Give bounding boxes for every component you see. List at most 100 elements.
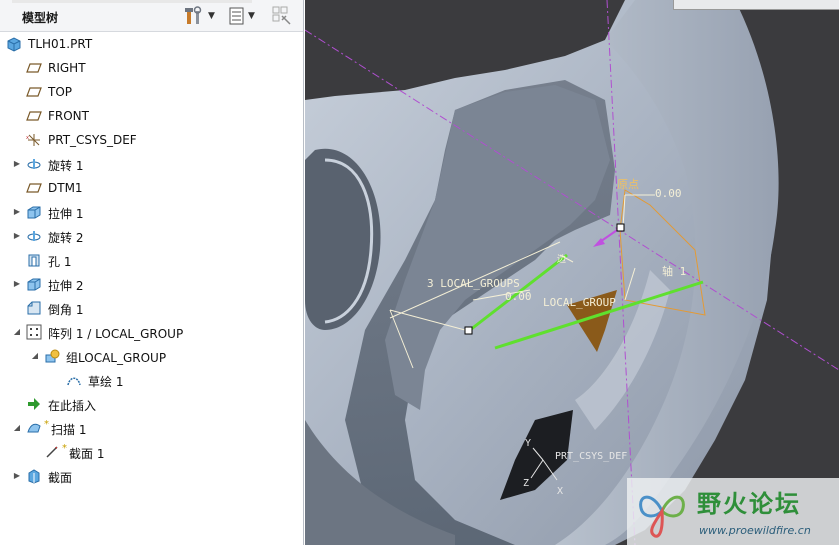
- filter-button[interactable]: [272, 6, 292, 26]
- vertex-marker-left: [464, 326, 473, 335]
- tree-item-label: TOP: [48, 85, 73, 99]
- sketch-icon: [66, 372, 82, 388]
- sweep-icon: [26, 420, 42, 436]
- coordinate-system-icon: x: [26, 132, 42, 148]
- datum-plane-icon: [26, 108, 42, 124]
- origin-label: 原点: [617, 178, 639, 191]
- svg-text:x: x: [26, 135, 29, 141]
- chevron-down-icon: ▼: [248, 11, 255, 21]
- list-icon: [229, 7, 244, 25]
- tree-item-label: 截面 1: [69, 447, 105, 461]
- tree-item-label: 拉伸 2: [48, 279, 84, 293]
- tree-item-label: 拉伸 1: [48, 207, 84, 221]
- edge-reference-label: 边: [557, 255, 567, 265]
- tree-item-label: 旋转 1: [48, 159, 84, 173]
- hole-icon: [26, 252, 42, 268]
- modified-flag: *: [44, 419, 49, 430]
- vertex-marker-right: [616, 223, 625, 232]
- csys-z-label: Z: [523, 478, 530, 489]
- tree-item-label: 组LOCAL_GROUP: [66, 351, 167, 365]
- collapse-arrow-icon[interactable]: ◢: [12, 327, 22, 337]
- section-icon: [26, 468, 42, 484]
- tree-item-label: FRONT: [48, 109, 89, 123]
- tree-item-label: DTM1: [48, 181, 83, 195]
- forum-name: 野火论坛: [697, 490, 801, 518]
- tree-item[interactable]: ◢ 组LOCAL_GROUP: [0, 345, 303, 367]
- tree-item[interactable]: TLH01.PRT: [0, 33, 303, 55]
- graphics-viewport[interactable]: 原点 0.00 边 3 LOCAL_GROUPS 0.00 LOCAL_GROU…: [305, 0, 839, 545]
- dimension-top: 0.00: [655, 187, 682, 200]
- tree-item-label: RIGHT: [48, 61, 86, 75]
- local-group-label: LOCAL_GROUP: [543, 296, 616, 309]
- csys-name-label: PRT_CSYS_DEF: [555, 451, 628, 462]
- tree-item[interactable]: 在此插入: [0, 393, 303, 415]
- tree-item-label: PRT_CSYS_DEF: [48, 133, 137, 147]
- filter-icon: [272, 6, 291, 25]
- tab-strip: [12, 0, 252, 3]
- tree-item[interactable]: ▶ 拉伸 1: [0, 201, 303, 223]
- model-tree-panel: 模型树 ▼ ▼ TLH01.PRT RIGHT TOP FRONT x PRT_…: [0, 0, 304, 545]
- forum-watermark: 野火论坛 www.proewildfire.cn: [627, 478, 839, 545]
- revolve-icon: [26, 228, 42, 244]
- model-tree-header: 模型树 ▼ ▼: [0, 0, 303, 32]
- tree-item[interactable]: ▶ 拉伸 2: [0, 273, 303, 295]
- pattern-icon: [26, 324, 42, 340]
- dimension-left: 0.00: [505, 290, 532, 303]
- tree-item[interactable]: ▶ 截面: [0, 465, 303, 487]
- tree-item-label: TLH01.PRT: [28, 37, 93, 51]
- datum-plane-icon: [26, 84, 42, 100]
- datum-plane-icon: [26, 180, 42, 196]
- pattern-count-label: 3 LOCAL_GROUPS: [427, 277, 520, 290]
- tree-item-label: 在此插入: [48, 399, 97, 413]
- expand-arrow-icon[interactable]: ▶: [12, 279, 22, 289]
- insert-here-icon: [26, 396, 42, 412]
- forum-logo-icon: [639, 495, 685, 538]
- collapse-arrow-icon[interactable]: ◢: [12, 423, 22, 433]
- extrude-icon: [26, 204, 42, 220]
- tree-item[interactable]: 倒角 1: [0, 297, 303, 319]
- tree-item-label: 阵列 1 / LOCAL_GROUP: [48, 327, 184, 341]
- extrude-icon: [26, 276, 42, 292]
- revolve-icon: [26, 156, 42, 172]
- expand-arrow-icon[interactable]: ▶: [12, 207, 22, 217]
- tree-item[interactable]: TOP: [0, 81, 303, 103]
- tree-item[interactable]: ▶ 旋转 2: [0, 225, 303, 247]
- view-toolbar[interactable]: [673, 0, 839, 10]
- settings-tools-button[interactable]: ▼: [184, 6, 215, 26]
- datum-plane-icon: [26, 60, 42, 76]
- tools-icon: [185, 6, 202, 24]
- group-icon: [44, 348, 60, 364]
- tree-item[interactable]: DTM1: [0, 177, 303, 199]
- tree-item[interactable]: 草绘 1: [0, 369, 303, 391]
- chevron-down-icon: ▼: [208, 11, 215, 21]
- forum-url: www.proewildfire.cn: [699, 524, 811, 537]
- collapse-arrow-icon[interactable]: ◢: [30, 351, 40, 361]
- tree-item-label: 孔 1: [48, 255, 72, 269]
- expand-arrow-icon[interactable]: ▶: [12, 231, 22, 241]
- show-options-button[interactable]: ▼: [228, 6, 255, 26]
- tree-item-label: 截面: [48, 471, 73, 485]
- tree-item-label: 扫描 1: [51, 423, 87, 437]
- tree-item[interactable]: ◢ 阵列 1 / LOCAL_GROUP: [0, 321, 303, 343]
- tree-item[interactable]: ▶ 旋转 1: [0, 153, 303, 175]
- part-icon: [6, 36, 22, 52]
- expand-arrow-icon[interactable]: ▶: [12, 471, 22, 481]
- tree-item[interactable]: ◢ * 扫描 1: [0, 417, 303, 439]
- model-tree-title: 模型树: [22, 11, 59, 25]
- tree-item-label: 倒角 1: [48, 303, 84, 317]
- csys-x-label: X: [557, 486, 564, 497]
- csys-y-label: Y: [525, 438, 532, 449]
- axis-label: 轴 1: [662, 265, 687, 278]
- tree-item[interactable]: 孔 1: [0, 249, 303, 271]
- tree-item[interactable]: RIGHT: [0, 57, 303, 79]
- chamfer-icon: [26, 300, 42, 316]
- tree-item[interactable]: * 截面 1: [0, 441, 303, 463]
- expand-arrow-icon[interactable]: ▶: [12, 159, 22, 169]
- tree-item-label: 旋转 2: [48, 231, 84, 245]
- modified-flag: *: [62, 443, 67, 454]
- tree-item-label: 草绘 1: [88, 375, 124, 389]
- section-sketch-icon: [44, 444, 60, 460]
- tree-item[interactable]: x PRT_CSYS_DEF: [0, 129, 303, 151]
- model-canvas[interactable]: [305, 0, 839, 545]
- tree-item[interactable]: FRONT: [0, 105, 303, 127]
